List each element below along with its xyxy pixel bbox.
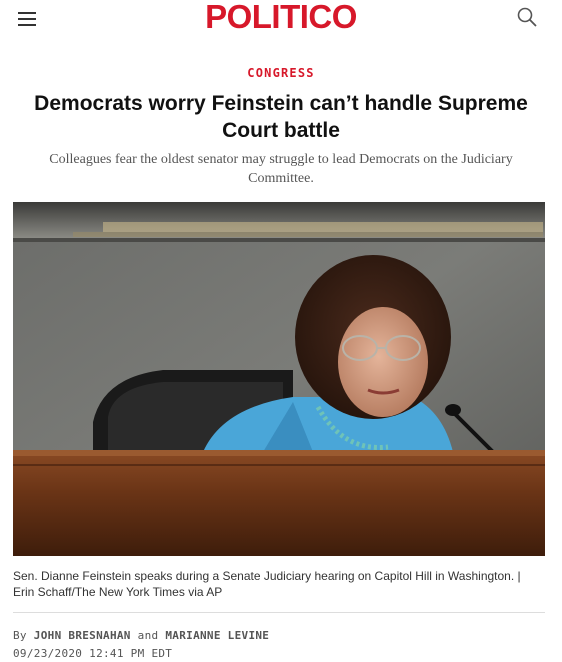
section-label[interactable]: CONGRESS <box>0 66 562 80</box>
timestamp: 09/23/2020 12:41 PM EDT <box>13 647 173 660</box>
search-icon[interactable] <box>516 6 538 28</box>
politico-logo[interactable]: POLITICO <box>0 0 562 34</box>
author-link-bresnahan[interactable]: JOHN BRESNAHAN <box>34 629 131 642</box>
lead-photo <box>13 202 545 556</box>
photo-caption: Sen. Dianne Feinstein speaks during a Se… <box>13 569 521 599</box>
site-header: POLITICO <box>0 0 562 40</box>
byline-prefix: By <box>13 629 27 642</box>
author-link-levine[interactable]: MARIANNE LEVINE <box>165 629 269 642</box>
article-dek: Colleagues fear the oldest senator may s… <box>49 152 513 186</box>
byline: By JOHN BRESNAHAN and MARIANNE LEVINE <box>13 629 269 642</box>
article-headline: Democrats worry Feinstein can’t handle S… <box>34 92 528 142</box>
byline-joiner: and <box>137 629 159 642</box>
divider <box>13 612 545 613</box>
